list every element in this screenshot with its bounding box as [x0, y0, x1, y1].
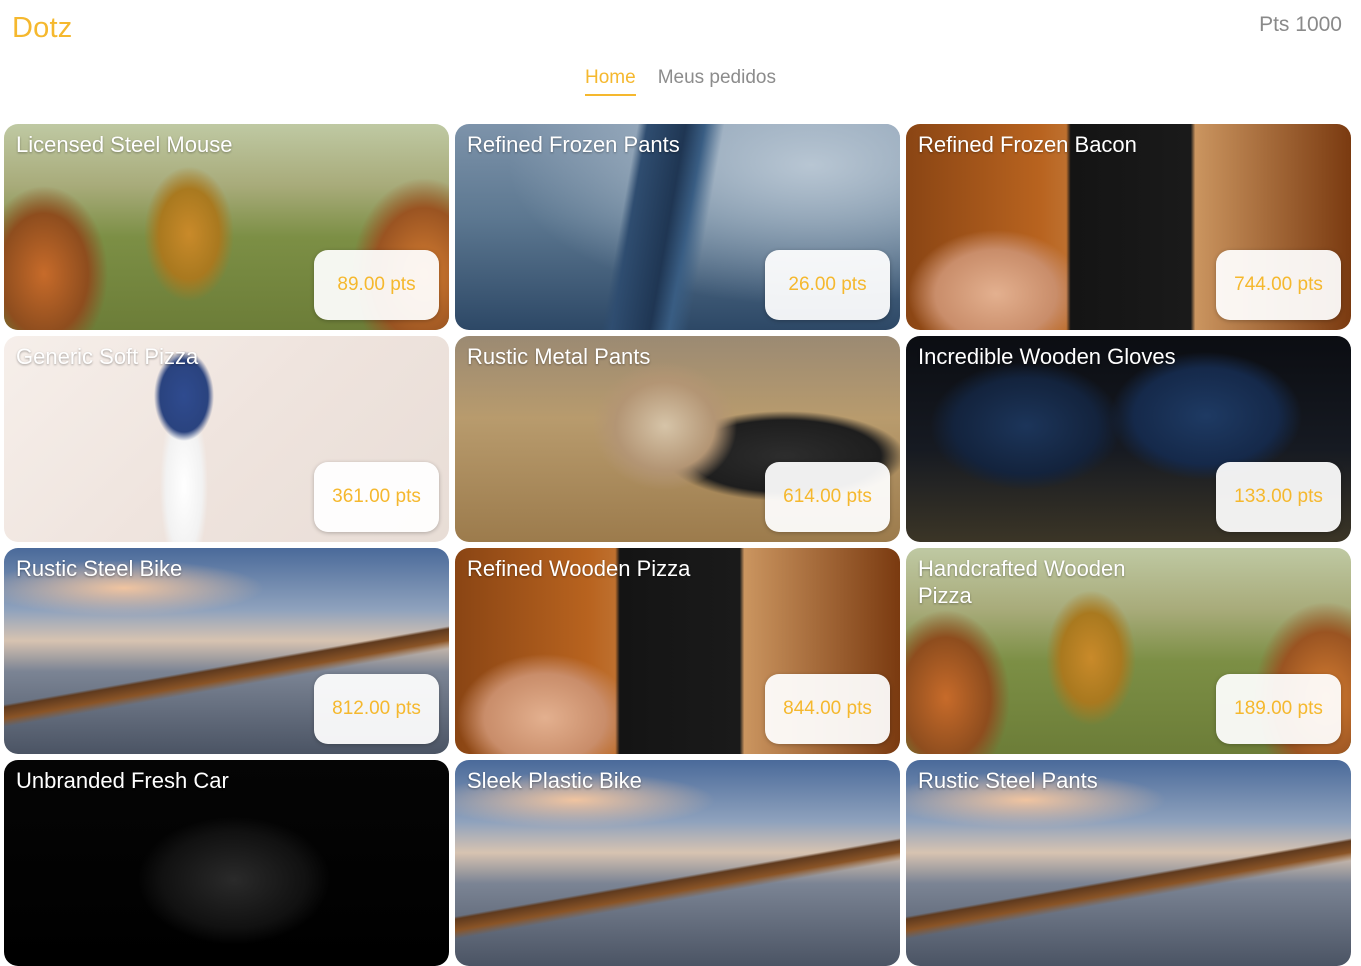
- price-badge: 189.00 pts: [1216, 674, 1341, 744]
- price-badge: 26.00 pts: [765, 250, 890, 320]
- product-title: Licensed Steel Mouse: [16, 132, 233, 157]
- product-card[interactable]: Refined Wooden Pizza 844.00 pts: [455, 548, 900, 754]
- product-title: Refined Frozen Bacon: [918, 132, 1137, 157]
- price-badge: 133.00 pts: [1216, 462, 1341, 532]
- price-badge: 812.00 pts: [314, 674, 439, 744]
- tab-home[interactable]: Home: [585, 66, 636, 96]
- product-card[interactable]: Rustic Steel Bike 812.00 pts: [4, 548, 449, 754]
- product-card[interactable]: Generic Soft Pizza 361.00 pts: [4, 336, 449, 542]
- price-badge: 614.00 pts: [765, 462, 890, 532]
- product-card[interactable]: Refined Frozen Bacon 744.00 pts: [906, 124, 1351, 330]
- product-title: Rustic Metal Pants: [467, 344, 651, 369]
- price-badge: 744.00 pts: [1216, 250, 1341, 320]
- tab-meus-pedidos[interactable]: Meus pedidos: [658, 66, 776, 96]
- price-badge: 361.00 pts: [314, 462, 439, 532]
- product-card[interactable]: Sleek Plastic Bike: [455, 760, 900, 966]
- app-header: Dotz Pts 1000: [0, 0, 1361, 60]
- product-card[interactable]: Unbranded Fresh Car: [4, 760, 449, 966]
- price-badge: 844.00 pts: [765, 674, 890, 744]
- product-title: Rustic Steel Bike: [16, 556, 183, 581]
- product-card[interactable]: Handcrafted Wooden Pizza 189.00 pts: [906, 548, 1351, 754]
- product-title: Handcrafted Wooden Pizza: [918, 556, 1126, 608]
- product-card[interactable]: Incredible Wooden Gloves 133.00 pts: [906, 336, 1351, 542]
- product-grid: Licensed Steel Mouse 89.00 pts Refined F…: [4, 124, 1351, 966]
- product-card[interactable]: Rustic Metal Pants 614.00 pts: [455, 336, 900, 542]
- product-title: Incredible Wooden Gloves: [918, 344, 1176, 369]
- product-card[interactable]: Refined Frozen Pants 26.00 pts: [455, 124, 900, 330]
- product-title: Refined Frozen Pants: [467, 132, 680, 157]
- product-title: Refined Wooden Pizza: [467, 556, 691, 581]
- product-title: Rustic Steel Pants: [918, 768, 1098, 793]
- product-card[interactable]: Licensed Steel Mouse 89.00 pts: [4, 124, 449, 330]
- price-badge: 89.00 pts: [314, 250, 439, 320]
- main-nav: Home Meus pedidos: [0, 66, 1361, 98]
- product-title: Generic Soft Pizza: [16, 344, 199, 369]
- points-balance: Pts 1000: [1259, 13, 1342, 36]
- product-card[interactable]: Rustic Steel Pants: [906, 760, 1351, 966]
- product-title: Sleek Plastic Bike: [467, 768, 642, 793]
- app-logo[interactable]: Dotz: [12, 12, 72, 45]
- product-title: Unbranded Fresh Car: [16, 768, 229, 793]
